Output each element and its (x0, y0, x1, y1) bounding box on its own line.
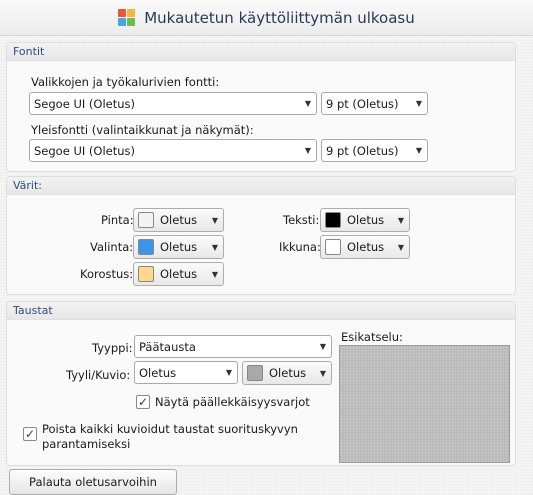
menu-font-label: Valikkojen ja työkalurivien fontti: (31, 75, 220, 89)
chevron-down-icon: ▼ (211, 269, 219, 279)
chevron-down-icon: ▼ (397, 215, 405, 225)
menu-font-size-value: 9 pt (Oletus) (326, 96, 399, 111)
chevron-down-icon: ▼ (211, 242, 219, 252)
preview-label: Esikatselu: (341, 330, 403, 344)
highlight-color-label: Korostus: (80, 267, 134, 281)
general-font-select[interactable]: Segoe UI (Oletus) ▼ (29, 139, 317, 162)
surface-color-value: Oletus (160, 213, 198, 227)
chevron-down-icon: ▼ (304, 99, 312, 108)
window-color-label: Ikkuna: (279, 240, 321, 254)
chevron-down-icon: ▼ (415, 146, 423, 155)
remove-patterns-label-line1: Poista kaikki kuvioidut taustat suoritus… (42, 422, 298, 436)
remove-patterns-checkbox[interactable]: ✓ (23, 427, 37, 441)
background-type-select[interactable]: Päätausta ▼ (134, 335, 332, 358)
surface-color-button[interactable]: Oletus ▼ (133, 208, 224, 232)
shadows-label: Näytä päällekkäisyysvarjot (155, 395, 310, 409)
text-color-button[interactable]: Oletus ▼ (320, 208, 410, 232)
general-font-size-select[interactable]: 9 pt (Oletus) ▼ (321, 139, 428, 162)
surface-color-label: Pinta: (101, 213, 134, 227)
background-style-label: Tyyli/Kuvio: (66, 368, 131, 382)
highlight-color-value: Oletus (160, 267, 198, 281)
selection-color-value: Oletus (160, 240, 198, 254)
window-title: Mukautetun käyttöliittymän ulkoasu (144, 8, 415, 27)
selection-color-swatch (138, 239, 154, 255)
highlight-color-swatch (138, 266, 154, 282)
window-color-button[interactable]: Oletus ▼ (320, 235, 410, 259)
chevron-down-icon: ▼ (211, 215, 219, 225)
menu-font-select[interactable]: Segoe UI (Oletus) ▼ (29, 92, 317, 115)
reset-defaults-button[interactable]: Palauta oletusarvoihin (9, 469, 177, 495)
menu-font-value: Segoe UI (Oletus) (34, 96, 135, 111)
menu-font-size-select[interactable]: 9 pt (Oletus) ▼ (321, 92, 428, 115)
selection-color-label: Valinta: (90, 240, 134, 254)
chevron-down-icon: ▼ (225, 368, 233, 377)
chevron-down-icon: ▼ (304, 146, 312, 155)
chevron-down-icon: ▼ (397, 242, 405, 252)
backgrounds-group-header: Taustat (7, 302, 515, 320)
window-color-value: Oletus (347, 240, 385, 254)
background-style-value: Oletus (139, 365, 177, 380)
background-style-color-button[interactable]: Oletus ▼ (242, 361, 332, 385)
shadows-checkbox[interactable]: ✓ (136, 395, 150, 409)
chevron-down-icon: ▼ (319, 368, 327, 378)
reset-defaults-label: Palauta oletusarvoihin (29, 475, 157, 489)
window-color-swatch (325, 239, 341, 255)
text-color-swatch (325, 212, 341, 228)
remove-patterns-label-line2: parantamiseksi (42, 437, 131, 451)
general-font-value: Segoe UI (Oletus) (34, 143, 135, 158)
dialog-window: Mukautetun käyttöliittymän ulkoasu Fonti… (0, 0, 533, 495)
fonts-group-header: Fontit (7, 43, 515, 61)
text-color-label: Teksti: (283, 213, 320, 227)
highlight-color-button[interactable]: Oletus ▼ (133, 262, 224, 286)
surface-color-swatch (138, 212, 154, 228)
background-preview (339, 345, 510, 463)
text-color-value: Oletus (347, 213, 385, 227)
background-style-select[interactable]: Oletus ▼ (134, 361, 238, 384)
background-type-value: Päätausta (139, 339, 196, 354)
chevron-down-icon: ▼ (415, 99, 423, 108)
palette-cursor-icon (118, 8, 136, 27)
title-bar: Mukautetun käyttöliittymän ulkoasu (0, 0, 533, 36)
general-font-label: Yleisfontti (valintaikkunat ja näkymät): (31, 123, 254, 137)
colors-group-header: Värit: (7, 177, 515, 195)
selection-color-button[interactable]: Oletus ▼ (133, 235, 224, 259)
background-type-label: Tyyppi: (92, 341, 133, 355)
background-style-color-swatch (247, 365, 263, 381)
background-style-color-value: Oletus (269, 366, 307, 380)
general-font-size-value: 9 pt (Oletus) (326, 143, 399, 158)
chevron-down-icon: ▼ (319, 342, 327, 351)
